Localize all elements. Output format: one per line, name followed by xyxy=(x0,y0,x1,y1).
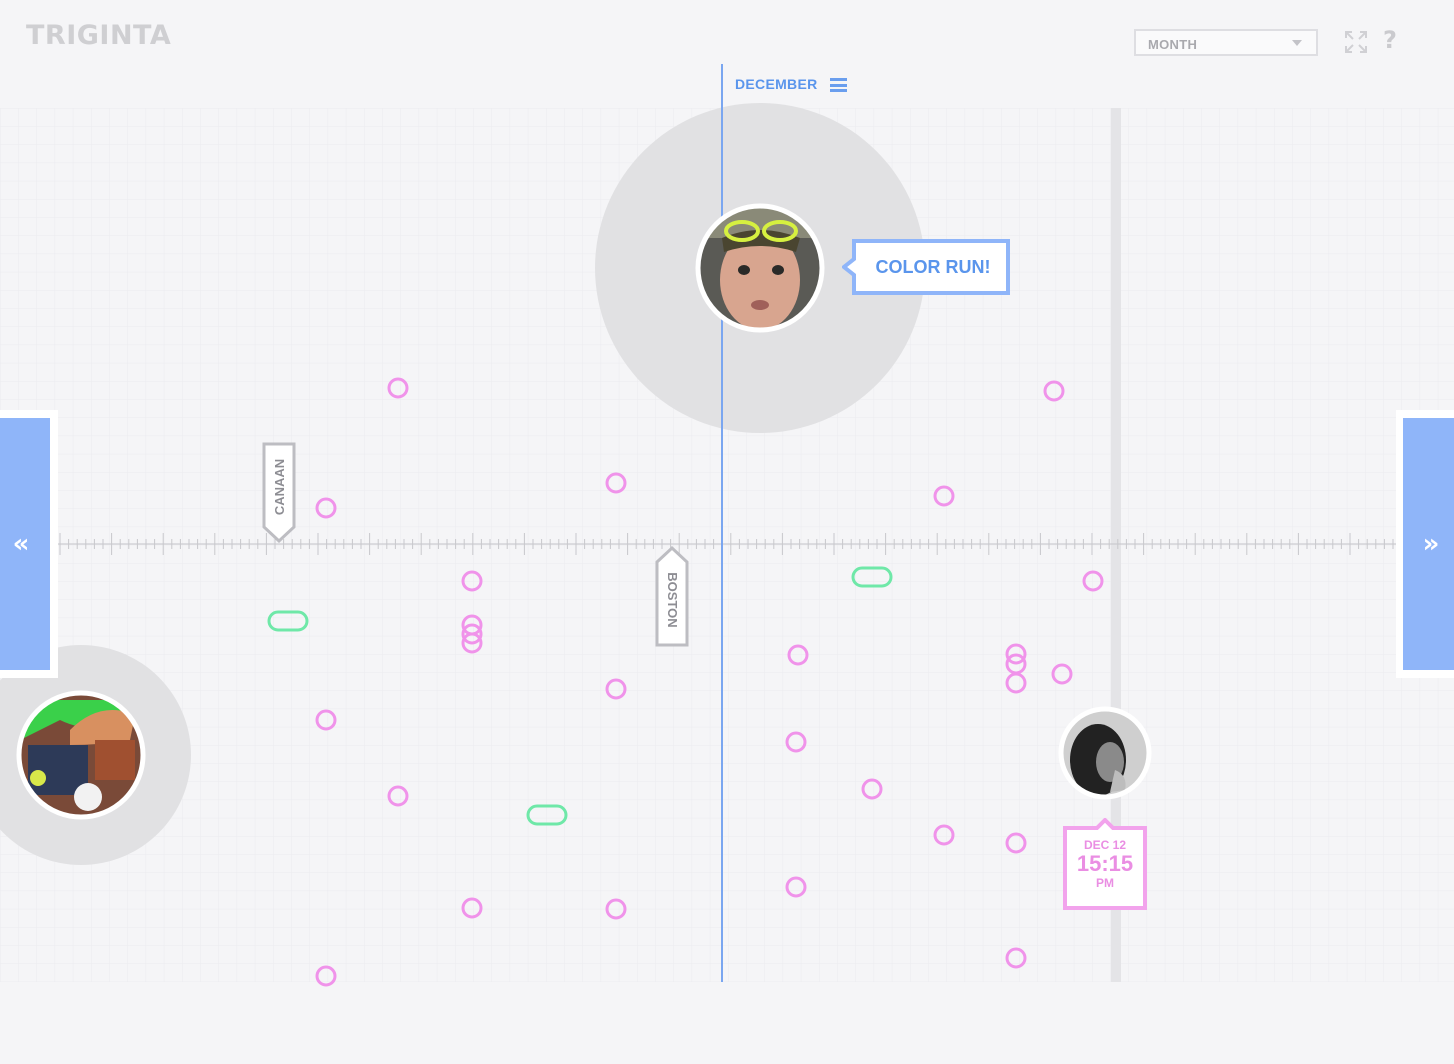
event-callout[interactable]: COLOR RUN! xyxy=(842,239,1012,295)
event-photo-color-run[interactable] xyxy=(695,203,825,333)
location-label: CANAAN xyxy=(272,459,287,515)
timeline-canvas[interactable]: CANAAN BOSTON « » xyxy=(0,0,1454,1064)
timestamp-card: DEC 12 15:15 PM xyxy=(1063,818,1147,910)
location-marker-boston[interactable]: BOSTON xyxy=(655,545,689,647)
month-label[interactable]: DECEMBER xyxy=(735,76,818,92)
event-photo-portrait[interactable] xyxy=(1058,706,1152,800)
event-photo-golf[interactable] xyxy=(16,690,146,820)
event-callout-label: COLOR RUN! xyxy=(875,257,991,277)
nav-prev-label: « xyxy=(13,529,30,559)
timestamp-time: 15:15 xyxy=(1076,851,1134,876)
timestamp-pointer xyxy=(1095,818,1115,830)
nav-next-button[interactable]: » xyxy=(1396,410,1454,678)
timestamp-date: DEC 12 xyxy=(1083,838,1127,852)
timestamp-period: PM xyxy=(1096,876,1114,890)
location-marker-canaan[interactable]: CANAAN xyxy=(262,442,296,544)
nav-next-label: » xyxy=(1423,529,1440,559)
nav-prev-button[interactable]: « xyxy=(0,410,58,678)
location-label: BOSTON xyxy=(665,572,680,627)
hamburger-menu-icon[interactable] xyxy=(830,78,847,92)
